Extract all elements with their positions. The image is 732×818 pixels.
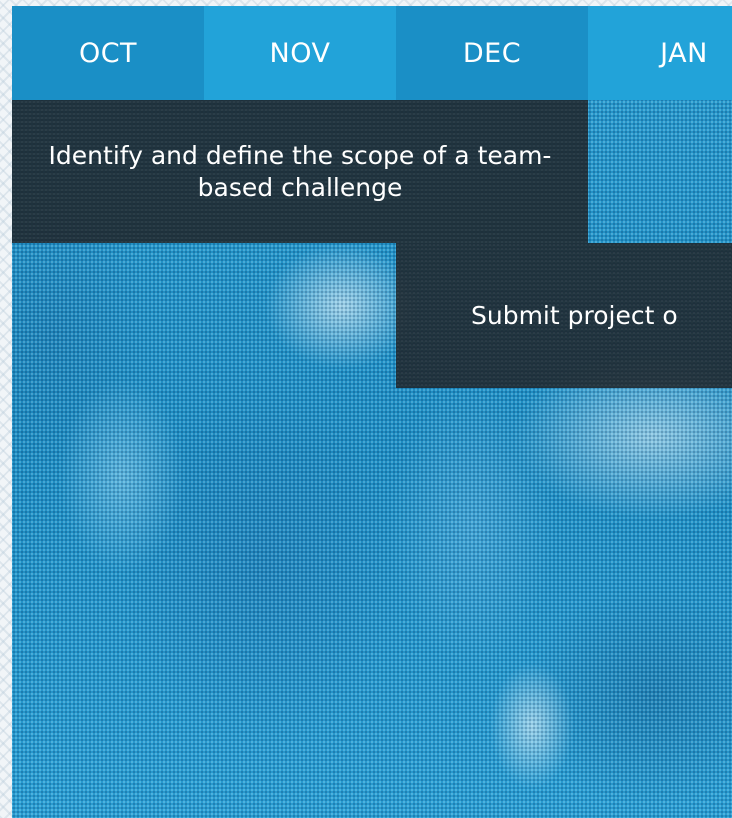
- task-label: Submit project o: [471, 300, 678, 330]
- task-label: Identify and define the scope of a team-…: [48, 140, 552, 202]
- timeline-task-submit-project: Submit project o: [396, 243, 732, 388]
- month-nov: NOV: [204, 6, 396, 100]
- month-jan: JAN: [588, 6, 732, 100]
- month-header-row: OCT NOV DEC JAN: [12, 6, 732, 100]
- month-oct: OCT: [12, 6, 204, 100]
- timeline-task-define-scope: Identify and define the scope of a team-…: [12, 100, 588, 243]
- project-timeline: OCT NOV DEC JAN Identify and define the …: [12, 6, 732, 818]
- month-dec: DEC: [396, 6, 588, 100]
